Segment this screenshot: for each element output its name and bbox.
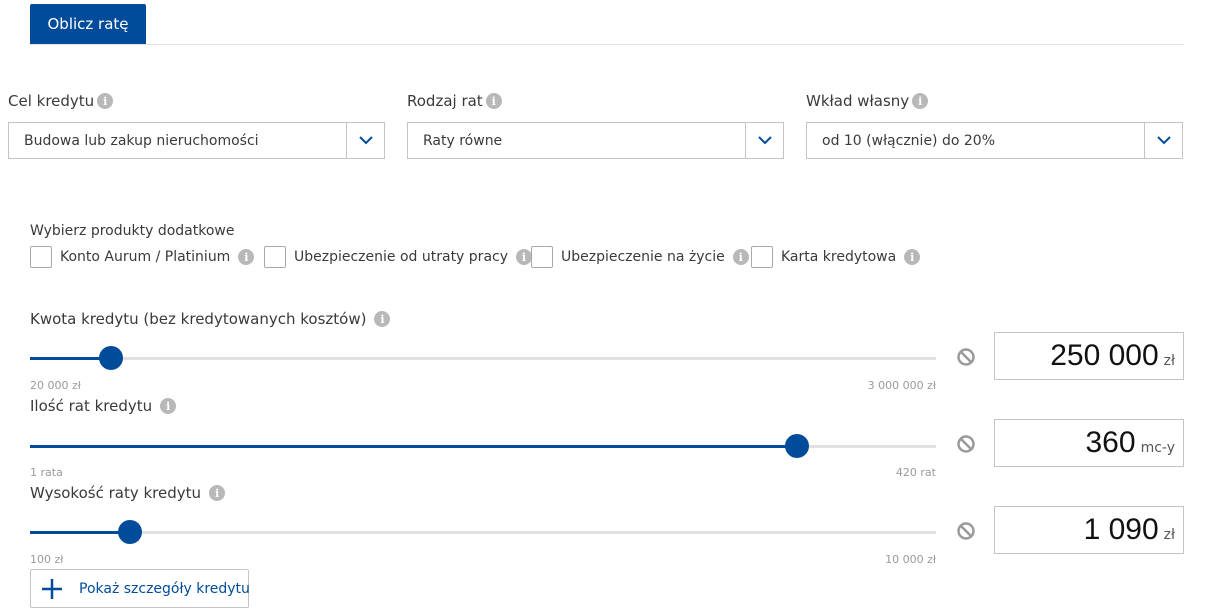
slider-max-label: 420 rat (895, 466, 936, 479)
select-label-text: Rodzaj rat (407, 92, 483, 110)
loan-purpose-select[interactable]: Budowa lub zakup nieruchomości (8, 122, 385, 159)
checkbox-label: Ubezpieczenie od utraty pracy (294, 249, 508, 265)
chevron-down-icon[interactable] (346, 123, 384, 158)
info-icon[interactable]: i (374, 311, 391, 327)
installment-amount-input[interactable]: 1 090 zł (994, 506, 1184, 554)
checkbox[interactable] (751, 246, 773, 268)
info-icon[interactable]: i (238, 249, 255, 265)
addon-life-insurance[interactable]: Ubezpieczenie na życie i (531, 246, 749, 268)
select-label-own-contribution: Wkład własny i (806, 92, 929, 110)
checkbox-label: Konto Aurum / Platinium (60, 249, 231, 265)
info-icon[interactable]: i (516, 249, 532, 265)
checkbox[interactable] (264, 246, 286, 268)
slider-track[interactable] (30, 357, 936, 360)
installment-type-select[interactable]: Raty równe (407, 122, 784, 159)
checkbox-label: Ubezpieczenie na życie (561, 249, 725, 265)
installments-input[interactable]: 360 mc-y (994, 419, 1184, 467)
plus-icon (41, 578, 63, 600)
addons-title: Wybierz produkty dodatkowe (30, 223, 235, 239)
slider-min-label: 20 000 zł (30, 379, 81, 392)
installment-amount-unit: zł (1163, 527, 1175, 543)
show-loan-details-label: Pokaż szczegóły kredytu (79, 580, 250, 597)
checkbox[interactable] (531, 246, 553, 268)
slider-min-label: 1 rata (30, 466, 63, 479)
slider-thumb[interactable] (98, 346, 123, 370)
addon-konto-aurum[interactable]: Konto Aurum / Platinium i (30, 246, 255, 268)
select-label-text: Wkład własny (806, 92, 910, 110)
info-icon[interactable]: i (97, 93, 114, 109)
select-label-loan-purpose: Cel kredytu i (8, 92, 114, 110)
slider-thumb[interactable] (117, 520, 142, 544)
select-value: Budowa lub zakup nieruchomości (24, 132, 259, 149)
slider-min-label: 100 zł (30, 553, 64, 566)
addon-credit-card[interactable]: Karta kredytowa i (751, 246, 921, 268)
chevron-down-icon[interactable] (1144, 123, 1182, 158)
info-icon[interactable]: i (485, 93, 502, 109)
tab-divider (30, 44, 1184, 45)
slider-fill (30, 531, 130, 534)
info-icon[interactable]: i (209, 485, 226, 501)
slider-max-label: 3 000 000 zł (867, 379, 936, 392)
info-icon[interactable]: i (160, 398, 177, 414)
tab-oblicz-rate[interactable]: Oblicz ratę (30, 4, 146, 44)
checkbox-label: Karta kredytowa (781, 249, 897, 265)
info-icon[interactable]: i (904, 249, 921, 265)
loan-amount-unit: zł (1163, 353, 1175, 369)
info-icon[interactable]: i (732, 249, 749, 265)
installments-unit: mc-y (1140, 440, 1175, 456)
tab-label: Oblicz ratę (47, 15, 129, 33)
addon-job-loss-insurance[interactable]: Ubezpieczenie od utraty pracy i (264, 246, 532, 268)
slider-thumb[interactable] (785, 434, 810, 458)
slider-track[interactable] (30, 531, 936, 534)
checkbox[interactable] (30, 246, 52, 268)
installments-value[interactable]: 360 (1086, 420, 1136, 466)
slider-label-text: Kwota kredytu (bez kredytowanych kosztów… (30, 310, 367, 328)
slider-max-label: 10 000 zł (885, 553, 936, 566)
show-loan-details-button[interactable]: Pokaż szczegóły kredytu (30, 569, 250, 608)
ban-icon[interactable] (956, 347, 976, 367)
loan-amount-value[interactable]: 250 000 (1050, 333, 1158, 379)
select-value: Raty równe (423, 132, 503, 149)
ban-icon[interactable] (956, 434, 976, 454)
info-icon[interactable]: i (912, 93, 929, 109)
slider-label-text: Wysokość raty kredytu (30, 484, 202, 502)
ban-icon[interactable] (956, 521, 976, 541)
installment-amount-value[interactable]: 1 090 (1084, 507, 1159, 553)
installment-amount-slider[interactable] (30, 519, 936, 545)
slider-fill (30, 445, 798, 448)
installments-slider[interactable] (30, 433, 936, 459)
slider-label-installments: Ilość rat kredytu i (30, 397, 177, 415)
own-contribution-select[interactable]: od 10 (włącznie) do 20% (806, 122, 1183, 159)
loan-amount-input[interactable]: 250 000 zł (994, 332, 1184, 380)
select-value: od 10 (włącznie) do 20% (822, 132, 995, 149)
slider-label-installment-amount: Wysokość raty kredytu i (30, 484, 226, 502)
select-label-installment-type: Rodzaj rat i (407, 92, 502, 110)
select-label-text: Cel kredytu (8, 92, 95, 110)
chevron-down-icon[interactable] (745, 123, 783, 158)
loan-amount-slider[interactable] (30, 345, 936, 371)
slider-label-loan-amount: Kwota kredytu (bez kredytowanych kosztów… (30, 310, 391, 328)
slider-label-text: Ilość rat kredytu (30, 397, 153, 415)
